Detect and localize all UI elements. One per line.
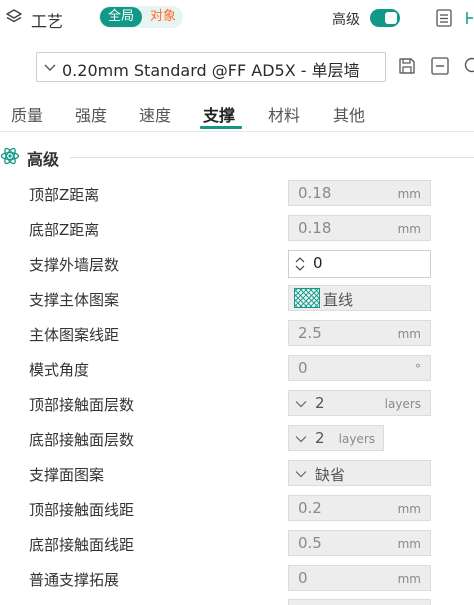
section-title: 高级	[27, 150, 60, 169]
top-interface-layers-select[interactable]: 2 layers	[288, 390, 431, 416]
scope-object-option[interactable]: 对象	[143, 7, 183, 27]
bottom-interface-layers-select[interactable]: 2 layers	[288, 425, 384, 451]
list-icon[interactable]	[434, 8, 454, 28]
process-panel-header: 工艺 全局 对象 高级	[0, 0, 474, 38]
row-label: 顶部接触面层数	[29, 396, 135, 414]
top-z-distance-input[interactable]: 0.18 mm	[288, 180, 431, 206]
field-value: 0.18	[298, 219, 332, 237]
row-label: 模式角度	[29, 361, 90, 379]
field-unit: mm	[397, 187, 421, 201]
field-unit: mm	[397, 572, 421, 586]
row-label: 顶部接触面线距	[29, 501, 135, 519]
preset-name: 0.20mm Standard @FF AD5X - 单层墙	[62, 61, 360, 80]
top-interface-spacing-input[interactable]: 0.2 mm	[288, 495, 431, 521]
field-unit: layers	[384, 397, 421, 411]
active-tab-indicator	[200, 126, 242, 129]
layers-icon[interactable]	[4, 7, 24, 27]
row-label: 底部接触面层数	[29, 431, 135, 449]
tab-material[interactable]: 材料	[268, 102, 300, 126]
chevron-down-icon	[295, 401, 307, 408]
section-divider	[70, 157, 474, 158]
pattern-angle-input[interactable]: 0 °	[288, 355, 431, 381]
field-value: 2	[315, 429, 325, 447]
field-unit: mm	[397, 222, 421, 236]
support-expansion-input[interactable]: 0 mm	[288, 565, 431, 591]
chevron-down-icon	[295, 436, 307, 443]
field-value: 0.2	[298, 499, 322, 517]
field-value: 0	[298, 569, 308, 587]
field-value: 0.18	[298, 184, 332, 202]
bottom-interface-spacing-input[interactable]: 0.5 mm	[288, 530, 431, 556]
scope-global-option[interactable]: 全局	[100, 7, 142, 27]
field-unit: mm	[397, 327, 421, 341]
advanced-toggle[interactable]	[370, 9, 400, 27]
field-value: 缺省	[315, 466, 346, 484]
row-label: 普通支撑拓展	[29, 571, 120, 589]
panel-title: 工艺	[31, 12, 64, 31]
tab-strength[interactable]: 强度	[75, 102, 107, 126]
field-value: 直线	[323, 291, 354, 309]
tab-speed[interactable]: 速度	[139, 102, 171, 126]
bottom-z-distance-input[interactable]: 0.18 mm	[288, 215, 431, 241]
spinner-arrows-icon[interactable]	[294, 256, 306, 272]
chevron-down-icon	[295, 471, 307, 478]
row-label: 顶部Z距离	[29, 186, 100, 204]
row-label: 支撑外墙层数	[29, 256, 120, 274]
base-pattern-spacing-input[interactable]: 2.5 mm	[288, 320, 431, 346]
scope-switch[interactable]: 全局 对象	[99, 6, 183, 28]
row-label: 主体图案线距	[29, 326, 120, 344]
next-field-partial	[288, 599, 431, 605]
tab-others[interactable]: 其他	[333, 102, 365, 126]
advanced-label: 高级	[332, 12, 360, 28]
field-value: 0.5	[298, 534, 322, 552]
hatch-pattern-icon	[294, 288, 320, 308]
field-value: 0	[313, 254, 323, 272]
field-unit: layers	[338, 432, 375, 446]
toggle-knob	[385, 12, 397, 24]
minus-box-icon[interactable]	[430, 56, 450, 76]
search-icon[interactable]	[462, 56, 474, 76]
tab-quality[interactable]: 质量	[11, 102, 43, 126]
field-value: 0	[298, 359, 308, 377]
interface-pattern-select[interactable]: 缺省	[288, 460, 431, 486]
tabs-divider	[0, 131, 474, 132]
atom-icon	[0, 147, 20, 165]
tab-support[interactable]: 支撑	[203, 102, 235, 126]
row-label: 底部接触面线距	[29, 536, 135, 554]
save-icon[interactable]	[397, 56, 417, 76]
preset-dropdown[interactable]: 0.20mm Standard @FF AD5X - 单层墙	[36, 52, 386, 82]
field-unit: mm	[397, 502, 421, 516]
row-label: 支撑主体图案	[29, 291, 120, 309]
chevron-down-icon	[44, 64, 56, 71]
field-unit: mm	[397, 537, 421, 551]
base-pattern-select[interactable]: 直线	[288, 285, 431, 311]
row-label: 支撑面图案	[29, 466, 105, 484]
field-unit: °	[415, 362, 421, 376]
field-value: 2.5	[298, 324, 322, 342]
row-label: 底部Z距离	[29, 221, 100, 239]
settings-edge-icon[interactable]	[464, 8, 474, 28]
field-value: 2	[315, 394, 325, 412]
support-wall-loops-stepper[interactable]: 0	[288, 250, 431, 278]
